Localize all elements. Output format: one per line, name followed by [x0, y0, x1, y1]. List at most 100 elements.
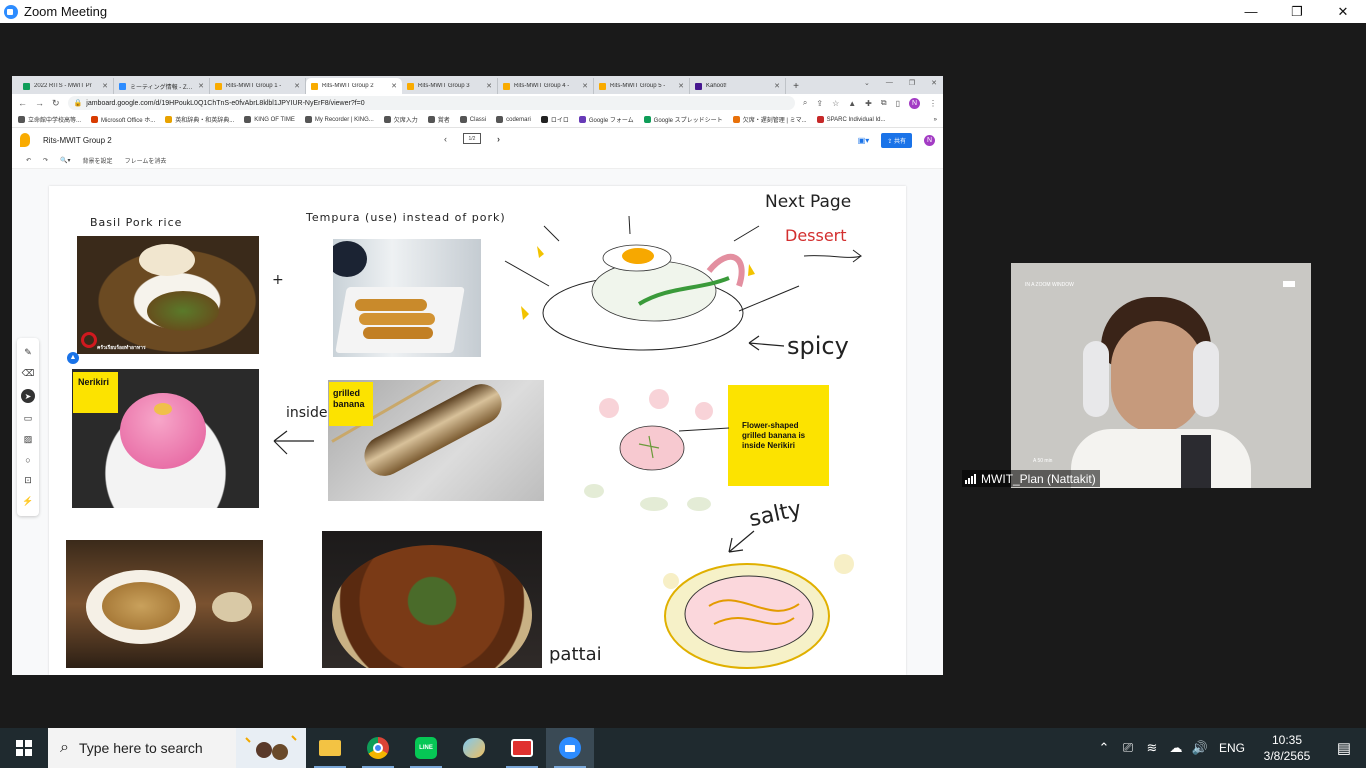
chrome-icon[interactable] [354, 728, 402, 768]
clear-frame-button[interactable]: フレームを消去 [125, 156, 167, 165]
taskbar-search-input[interactable]: ⌕ Type here to search [48, 728, 306, 768]
notifications-icon[interactable]: ▤ [1322, 739, 1366, 757]
undo-icon[interactable]: ↶ [26, 157, 31, 164]
select-icon[interactable]: ➤ [21, 389, 35, 403]
bookmark-item[interactable]: My Recorder | KING... [304, 116, 374, 123]
present-icon[interactable]: ▣▾ [858, 136, 870, 145]
bookmark-star-icon[interactable]: ☆ [832, 99, 839, 108]
inside-label[interactable]: inside [286, 405, 327, 421]
restore-button[interactable]: ❐ [1274, 0, 1320, 23]
tab-search-icon[interactable]: ⌄ [864, 79, 870, 87]
zoom-icon[interactable]: 🔍▾ [60, 157, 70, 164]
okonomiyaki-photo[interactable] [322, 531, 542, 668]
close-tab-icon[interactable]: ✕ [678, 82, 684, 90]
pad-thai-photo[interactable] [66, 540, 263, 668]
bookmark-item[interactable]: 欠席入力 [383, 115, 418, 124]
close-tab-icon[interactable]: ✕ [198, 82, 204, 90]
more-bookmarks-icon[interactable]: » [934, 117, 937, 123]
restore-icon[interactable]: ❐ [909, 79, 915, 87]
sidepanel-icon[interactable]: ▯ [896, 99, 900, 108]
browser-tab[interactable]: Rits-MWIT Group 4 - ✕ [498, 78, 594, 94]
bookmark-item[interactable]: SPARC Individual Id... [816, 116, 886, 123]
user-avatar[interactable]: N [924, 135, 935, 146]
sticky-note-icon[interactable]: ▭ [24, 413, 33, 424]
bookmark-item[interactable]: Microsoft Office ホ... [91, 115, 155, 124]
bookmark-item[interactable]: Google フォーム [578, 115, 634, 124]
bookmark-item[interactable]: KING OF TIME [244, 116, 295, 123]
line-icon[interactable]: LINE [402, 728, 450, 768]
redo-icon[interactable]: ↷ [43, 157, 48, 164]
eraser-icon[interactable]: ⌫ [22, 368, 35, 379]
close-tab-icon[interactable]: ✕ [486, 82, 492, 90]
flower-banana-note[interactable]: Flower-shaped grilled banana is inside N… [728, 385, 829, 486]
bookmark-item[interactable]: Google スプレッドシート [643, 115, 723, 124]
close-icon[interactable]: ✕ [931, 79, 937, 87]
bookmark-item[interactable]: 英和辞典・和英辞典... [165, 115, 234, 124]
profile-avatar[interactable]: N [909, 97, 920, 109]
frame-bar-button[interactable]: 1/2 [463, 133, 481, 144]
forward-icon[interactable]: → [35, 98, 44, 108]
jam-title[interactable]: Rits-MWIT Group 2 [43, 136, 112, 145]
basil-pork-rice-label[interactable]: Basil Pork rice [90, 216, 182, 229]
pattai-label[interactable]: pattai [549, 644, 602, 665]
browser-tab[interactable]: Rits-MWIT Group 5 - ✕ [594, 78, 690, 94]
spicy-label[interactable]: spicy [787, 332, 849, 360]
close-tab-icon[interactable]: ✕ [391, 82, 397, 90]
browser-tab[interactable]: Rits-MWIT Group 1 - ✕ [210, 78, 306, 94]
dessert-label[interactable]: Dessert [785, 226, 847, 245]
laser-icon[interactable]: ⚡ [22, 496, 33, 507]
browser-tab[interactable]: 2022 RITS - MWIT Pr ✕ [18, 78, 114, 94]
paint-icon[interactable] [450, 728, 498, 768]
pen-icon[interactable]: ✎ [24, 347, 32, 358]
drive-extension-icon[interactable]: ▲ [848, 99, 856, 108]
tempura-label[interactable]: Tempura (use) instead of pork) [306, 211, 506, 224]
nerikiri-note[interactable]: Nerikiri [73, 372, 118, 413]
bookmark-item[interactable]: 賞者 [427, 115, 450, 124]
circle-icon[interactable]: ○ [25, 455, 30, 465]
bell-icon[interactable]: ▲ [67, 352, 79, 364]
url-input[interactable]: 🔒 jamboard.google.com/d/19HPoukL0Q1ChTnS… [67, 96, 795, 110]
file-explorer-icon[interactable] [306, 728, 354, 768]
close-tab-icon[interactable]: ✕ [102, 82, 108, 90]
close-tab-icon[interactable]: ✕ [774, 82, 780, 90]
bookmark-item[interactable]: 立命館中学校高等... [18, 115, 81, 124]
volume-icon[interactable]: 🔊 [1188, 740, 1212, 756]
next-page-label[interactable]: Next Page [765, 192, 851, 212]
salty-label[interactable]: salty [747, 497, 804, 532]
participant-video[interactable]: IN A ZOOM WINDOW A 50 min [1011, 263, 1311, 488]
bookmark-item[interactable]: ロイロ [540, 115, 569, 124]
share-icon[interactable]: ⇪ [816, 99, 823, 108]
tempura-photo[interactable] [333, 239, 481, 357]
close-tab-icon[interactable]: ✕ [582, 82, 588, 90]
grilled-banana-note[interactable]: grilled banana [329, 382, 373, 426]
camera-app-icon[interactable] [498, 728, 546, 768]
puzzle-icon[interactable]: ⧉ [881, 98, 887, 108]
browser-tab[interactable]: Kahoot! ✕ [690, 78, 786, 94]
back-icon[interactable]: ← [18, 98, 27, 108]
language-indicator[interactable]: ENG [1212, 741, 1252, 755]
minimize-button[interactable]: — [1228, 0, 1274, 23]
close-button[interactable]: ✕ [1320, 0, 1366, 23]
bookmark-item[interactable]: Classi [459, 116, 486, 123]
text-box-icon[interactable]: ⊡ [24, 475, 32, 486]
set-background-button[interactable]: 背景を設定 [83, 156, 113, 165]
image-icon[interactable]: ▨ [24, 434, 33, 445]
browser-tab[interactable]: ミーティング情報 - Zoom ✕ [114, 78, 210, 94]
search-icon[interactable]: ⌕ [803, 98, 807, 108]
minimize-icon[interactable]: — [886, 79, 893, 87]
plus-sign[interactable]: + [272, 272, 284, 288]
close-tab-icon[interactable]: ✕ [294, 82, 300, 90]
wifi-icon[interactable]: ≋ [1140, 740, 1164, 756]
bookmark-item[interactable]: 欠席・遅刻管理 | ミマ... [732, 115, 807, 124]
zoom-icon[interactable] [546, 728, 594, 768]
clock[interactable]: 10:35 3/8/2565 [1252, 732, 1322, 764]
next-frame-icon[interactable]: › [497, 134, 500, 144]
onedrive-icon[interactable]: ☁ [1164, 740, 1188, 756]
extension-icon[interactable]: ✚ [865, 99, 872, 108]
menu-kebab-icon[interactable]: ⋮ [929, 99, 937, 108]
prev-frame-icon[interactable]: ‹ [444, 134, 447, 144]
start-button[interactable] [0, 728, 48, 768]
share-button[interactable]: ⇪ 共有 [881, 133, 912, 148]
bookmark-item[interactable]: codemari [496, 116, 531, 123]
browser-tab[interactable]: Rits-MWIT Group 3 ✕ [402, 78, 498, 94]
